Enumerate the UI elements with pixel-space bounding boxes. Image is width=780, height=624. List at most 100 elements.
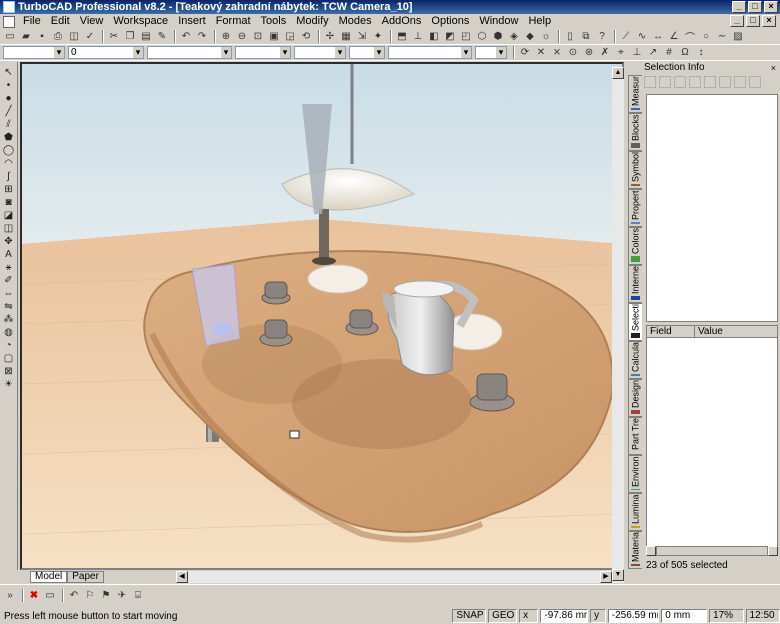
pattern-select[interactable]: [475, 46, 507, 59]
inquiry-tool-icon[interactable]: ▢: [2, 352, 16, 365]
preview-icon[interactable]: ◫: [67, 30, 81, 43]
cube-tool-icon[interactable]: ◫: [2, 222, 16, 235]
doc-restore-icon[interactable]: □: [746, 15, 760, 27]
snap-grid-icon[interactable]: #: [662, 46, 676, 59]
menu-file[interactable]: File: [18, 14, 46, 29]
cut-icon[interactable]: ✂: [107, 30, 121, 43]
property-grid[interactable]: Field Value: [646, 325, 778, 547]
zoom-out-icon[interactable]: ⊖: [235, 30, 249, 43]
menu-view[interactable]: View: [75, 14, 109, 29]
z-coordinate-field[interactable]: 0 mm: [661, 609, 708, 623]
camera-icon[interactable]: ◰: [459, 30, 473, 43]
light-icon[interactable]: ☼: [539, 30, 553, 43]
run-icon[interactable]: ⚑: [99, 589, 113, 602]
layer-select[interactable]: [3, 46, 65, 59]
tab-lumina[interactable]: Lumina: [628, 493, 642, 531]
snap-align-icon[interactable]: ↕: [694, 46, 708, 59]
arc-tool-icon[interactable]: ◠: [2, 157, 16, 170]
spline-icon[interactable]: ∼: [715, 30, 729, 43]
dimension-icon[interactable]: ↔: [651, 30, 665, 43]
tab-interne[interactable]: Interne: [628, 265, 642, 303]
panel-tool-5-icon[interactable]: [704, 76, 716, 88]
arc-icon[interactable]: ⌒: [683, 30, 697, 44]
double-line-tool-icon[interactable]: ⫽: [2, 118, 16, 131]
tab-materia[interactable]: Materia: [628, 531, 642, 569]
stairs-icon[interactable]: ⌸: [131, 589, 145, 602]
snap-tangent-icon[interactable]: ⌖: [614, 46, 628, 59]
insert-tool-icon[interactable]: ⊠: [2, 365, 16, 378]
menu-addons[interactable]: AddOns: [377, 14, 427, 29]
tab-blocks[interactable]: Blocks: [628, 113, 642, 151]
linetype-select[interactable]: [388, 46, 472, 59]
tab-colors[interactable]: Colors: [628, 227, 642, 265]
line-width-select[interactable]: 0: [68, 46, 144, 59]
shape-tool-icon[interactable]: ⬟: [2, 131, 16, 144]
snap-icon[interactable]: ✢: [323, 30, 337, 43]
pen-style-select[interactable]: [235, 46, 291, 59]
color-select[interactable]: [147, 46, 232, 59]
redo-icon[interactable]: ↷: [195, 30, 209, 43]
array-tool-icon[interactable]: ⁂: [2, 313, 16, 326]
curve-tool-icon[interactable]: ∫: [2, 170, 16, 183]
panel-tool-2-icon[interactable]: [659, 76, 671, 88]
undo-step-icon[interactable]: ↶: [67, 589, 81, 602]
point-tool-icon[interactable]: •: [2, 79, 16, 92]
block-tool-icon[interactable]: ◪: [2, 209, 16, 222]
lighting-tool-icon[interactable]: ☀: [2, 378, 16, 391]
tab-paper[interactable]: Paper: [67, 570, 104, 583]
line-icon[interactable]: ⟋: [619, 30, 633, 43]
undo-icon[interactable]: ↶: [179, 30, 193, 43]
doc-close-icon[interactable]: ×: [762, 15, 776, 27]
panel-check-icon[interactable]: [749, 76, 761, 88]
open-file-icon[interactable]: ▰: [19, 30, 33, 43]
finish-icon[interactable]: ▭: [43, 589, 57, 602]
redraw-icon[interactable]: ⟲: [299, 30, 313, 43]
modify-tool-icon[interactable]: ⚹: [2, 261, 16, 274]
maximize-icon[interactable]: □: [748, 1, 762, 13]
hidden-line-icon[interactable]: ⬢: [491, 30, 505, 43]
drawing-viewport[interactable]: [20, 62, 624, 570]
edit-tool-icon[interactable]: ✐: [2, 274, 16, 287]
polyline-icon[interactable]: ∿: [635, 30, 649, 43]
walk-icon[interactable]: ⚐: [83, 589, 97, 602]
panel-tool-1-icon[interactable]: [644, 76, 656, 88]
panel-tool-6-icon[interactable]: [719, 76, 731, 88]
scroll-left-icon[interactable]: ◀: [176, 571, 188, 583]
x-coordinate-field[interactable]: -97.86 mm: [540, 609, 589, 623]
select-tool-icon[interactable]: ↖: [2, 66, 16, 79]
panel-tool-7-icon[interactable]: [734, 76, 746, 88]
zoom-in-icon[interactable]: ⊕: [219, 30, 233, 43]
horizontal-scrollbar[interactable]: ◀ ▶: [176, 571, 612, 583]
material-icon[interactable]: ◆: [523, 30, 537, 43]
circle-icon[interactable]: ○: [699, 30, 713, 43]
menu-format[interactable]: Format: [211, 14, 256, 29]
tab-model[interactable]: Model: [30, 570, 68, 583]
document-icon[interactable]: [3, 15, 15, 28]
snap-perp-icon[interactable]: ⊥: [630, 46, 644, 59]
snap-nearest-icon[interactable]: ↗: [646, 46, 660, 59]
tab-environ[interactable]: Environ: [628, 455, 642, 493]
tab-propert[interactable]: Propert: [628, 189, 642, 227]
menu-modes[interactable]: Modes: [334, 14, 377, 29]
snap-middle-icon[interactable]: ⨯: [550, 46, 564, 59]
snap-mode-icon[interactable]: ⟳: [518, 46, 532, 59]
tab-selecti[interactable]: Selecti: [628, 303, 642, 341]
minimize-icon[interactable]: _: [732, 1, 746, 13]
workplane-icon[interactable]: ⬒: [395, 30, 409, 43]
scale-select[interactable]: [349, 46, 385, 59]
hatch-tool-icon[interactable]: ◙: [2, 196, 16, 209]
measure-icon[interactable]: ⇲: [355, 30, 369, 43]
zoom-all-icon[interactable]: ◲: [283, 30, 297, 43]
copy-icon[interactable]: ❐: [123, 30, 137, 43]
menu-insert[interactable]: Insert: [173, 14, 211, 29]
wand-icon[interactable]: ✦: [371, 30, 385, 43]
geo-toggle[interactable]: GEO: [488, 609, 518, 623]
shade-icon[interactable]: ◈: [507, 30, 521, 43]
move-tool-icon[interactable]: ✥: [2, 235, 16, 248]
panel-hscrollbar[interactable]: [646, 546, 778, 556]
field-column-header[interactable]: Field: [647, 326, 695, 337]
cancel-icon[interactable]: ✖: [27, 589, 41, 602]
wireframe-icon[interactable]: ⬡: [475, 30, 489, 43]
snap-intersect-icon[interactable]: ✗: [598, 46, 612, 59]
panel-scroll-left-icon[interactable]: [646, 546, 656, 556]
